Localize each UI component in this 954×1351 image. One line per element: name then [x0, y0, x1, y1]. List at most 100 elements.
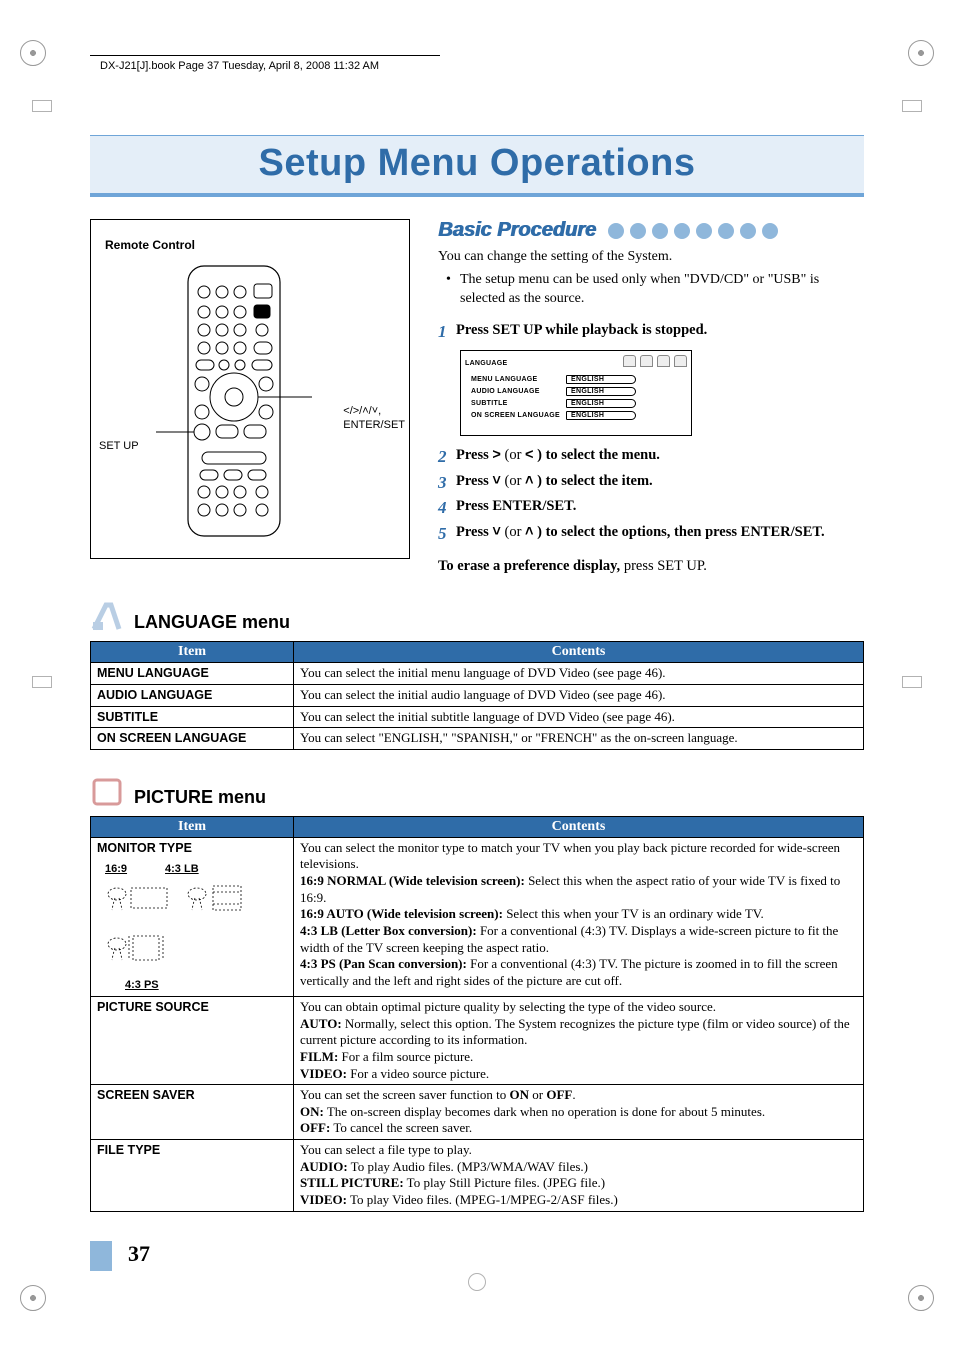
monitor-sub-43lb: 4:3 LB	[165, 862, 199, 876]
lead-b2: OFF	[546, 1087, 572, 1102]
basic-procedure-heading: Basic Procedure	[438, 219, 596, 242]
tab-picture-icon	[640, 355, 653, 367]
step-mid: (or	[501, 524, 525, 540]
language-menu-heading-row: LANGUAGE menu	[90, 601, 864, 635]
item-cell: MONITOR TYPE 16:9 4:3 LB	[91, 837, 294, 996]
arrow-right-icon: >	[492, 447, 500, 463]
opt-label: VIDEO:	[300, 1066, 347, 1081]
monitor-type-diagram	[97, 882, 287, 976]
tab-audio-icon	[623, 355, 636, 367]
header-meta: DX-J21[J].book Page 37 Tuesday, April 8,…	[100, 60, 379, 72]
osd-language-panel: LANGUAGE MENU LANGUAGEENGLISH AUDIO LANG…	[460, 350, 692, 436]
osd-body: MENU LANGUAGEENGLISH AUDIO LANGUAGE ENGLI…	[461, 367, 691, 435]
erase-note-bold: To erase a preference display,	[438, 558, 620, 574]
monitor-subs: 16:9 4:3 LB	[97, 860, 287, 878]
erase-note-rest: press SET UP.	[620, 558, 707, 574]
osd-value: ENGLISH	[566, 411, 636, 420]
lead: You can select a file type to play.	[300, 1142, 472, 1157]
decorative-dots-icon	[608, 223, 778, 239]
osd-row: ON SCREEN LANGUAGEENGLISH	[471, 411, 685, 420]
crop-mark-icon	[20, 40, 46, 66]
step-5: 5 Press ˅ (or ˄ ) to select the options,…	[438, 523, 864, 546]
contents-cell: You can obtain optimal picture quality b…	[294, 997, 864, 1085]
contents-cell: You can select the initial menu language…	[294, 663, 864, 685]
header-divider	[90, 55, 440, 56]
page-title: Setup Menu Operations	[90, 142, 864, 185]
opt-label: ON:	[300, 1104, 324, 1119]
language-menu-icon	[90, 601, 124, 633]
crop-mark-icon	[908, 40, 934, 66]
step-3: 3 Press ˅ (or ˄ ) to select the item.	[438, 472, 864, 495]
item-cell: ON SCREEN LANGUAGE	[91, 728, 294, 750]
remote-label-setup: SET UP	[99, 440, 139, 452]
language-menu-table: Item Contents MENU LANGUAGEYou can selec…	[90, 641, 864, 750]
step-number: 5	[438, 523, 456, 546]
crop-side-mark-icon	[902, 100, 922, 112]
remote-control-title: Remote Control	[105, 238, 395, 252]
step-prefix: Press	[456, 524, 492, 540]
right-column: Basic Procedure You can change the setti…	[438, 219, 864, 575]
step-number: 4	[438, 497, 456, 520]
table-row: AUDIO LANGUAGEYou can select the initial…	[91, 684, 864, 706]
left-column: Remote Control	[90, 219, 410, 575]
picture-menu-table: Item Contents MONITOR TYPE 16:9 4:3 LB	[90, 816, 864, 1212]
arrow-up-icon: ˄	[525, 524, 533, 540]
osd-row: SUBTITLEENGLISH	[471, 399, 685, 408]
step-text: Press SET UP while playback is stopped.	[456, 322, 707, 338]
item-cell: SCREEN SAVER	[91, 1085, 294, 1140]
opt-text: To play Video files. (MPEG-1/MPEG-2/ASF …	[347, 1192, 618, 1207]
step-mid: (or	[501, 473, 525, 489]
col-contents: Contents	[294, 816, 864, 837]
contents-cell: You can set the screen saver function to…	[294, 1085, 864, 1140]
step-4: 4 Press ENTER/SET.	[438, 497, 864, 520]
opt-label: 4:3 PS (Pan Scan conversion):	[300, 956, 467, 971]
item-title: MONITOR TYPE	[97, 841, 192, 855]
step-prefix: Press	[456, 447, 492, 463]
table-row: MENU LANGUAGEYou can select the initial …	[91, 663, 864, 685]
arrow-up-icon: ˄	[525, 473, 533, 489]
step-suffix: ) to select the item.	[534, 473, 653, 489]
step-text: Press ENTER/SET.	[456, 498, 576, 514]
opt-label: OFF:	[300, 1120, 330, 1135]
step-prefix: Press	[456, 473, 492, 489]
step-number: 3	[438, 472, 456, 495]
monitor-sub-43ps: 4:3 PS	[125, 978, 159, 992]
osd-row: MENU LANGUAGEENGLISH	[471, 375, 685, 384]
lead-b1: ON	[510, 1087, 530, 1102]
crop-center-mark-icon	[468, 1273, 486, 1291]
step-2: 2 Press > (or < ) to select the menu.	[438, 446, 864, 469]
opt-text: For a video source picture.	[347, 1066, 489, 1081]
step-mid: (or	[501, 447, 525, 463]
item-cell: SUBTITLE	[91, 706, 294, 728]
intro-text: You can change the setting of the System…	[438, 249, 672, 264]
opt-text: Normally, select this option. The System…	[300, 1016, 850, 1048]
osd-tab-language: LANGUAGE	[465, 360, 507, 367]
opt-label: AUTO:	[300, 1016, 342, 1031]
step-list: 1 Press SET UP while playback is stopped…	[438, 321, 864, 547]
table-header-row: Item Contents	[91, 642, 864, 663]
osd-item: SUBTITLE	[471, 400, 566, 407]
picture-menu-heading-row: PICTURE menu	[90, 776, 864, 810]
aspect-ratio-icon	[97, 882, 267, 972]
osd-item: MENU LANGUAGE	[471, 376, 566, 383]
col-item: Item	[91, 642, 294, 663]
picture-menu-icon	[90, 776, 124, 808]
step-number: 2	[438, 446, 456, 469]
osd-item: AUDIO LANGUAGE	[471, 388, 566, 395]
two-column-layout: Remote Control	[90, 219, 864, 575]
opt-text: Select this when your TV is an ordinary …	[503, 906, 764, 921]
opt-label: VIDEO:	[300, 1192, 347, 1207]
col-contents: Contents	[294, 642, 864, 663]
table-row: SCREEN SAVER You can set the screen save…	[91, 1085, 864, 1140]
contents-cell: You can select "ENGLISH," "SPANISH," or …	[294, 728, 864, 750]
arrow-left-icon: <	[525, 447, 533, 463]
remote-icon	[154, 262, 314, 542]
item-cell: PICTURE SOURCE	[91, 997, 294, 1085]
col-item: Item	[91, 816, 294, 837]
opt-label: 16:9 AUTO (Wide television screen):	[300, 906, 503, 921]
lead: You can obtain optimal picture quality b…	[300, 999, 716, 1014]
remote-label-nav-line1: </>/˄/˅,	[343, 405, 381, 417]
item-cell: MENU LANGUAGE	[91, 663, 294, 685]
table-row: FILE TYPE You can select a file type to …	[91, 1140, 864, 1212]
crop-side-mark-icon	[32, 676, 52, 688]
